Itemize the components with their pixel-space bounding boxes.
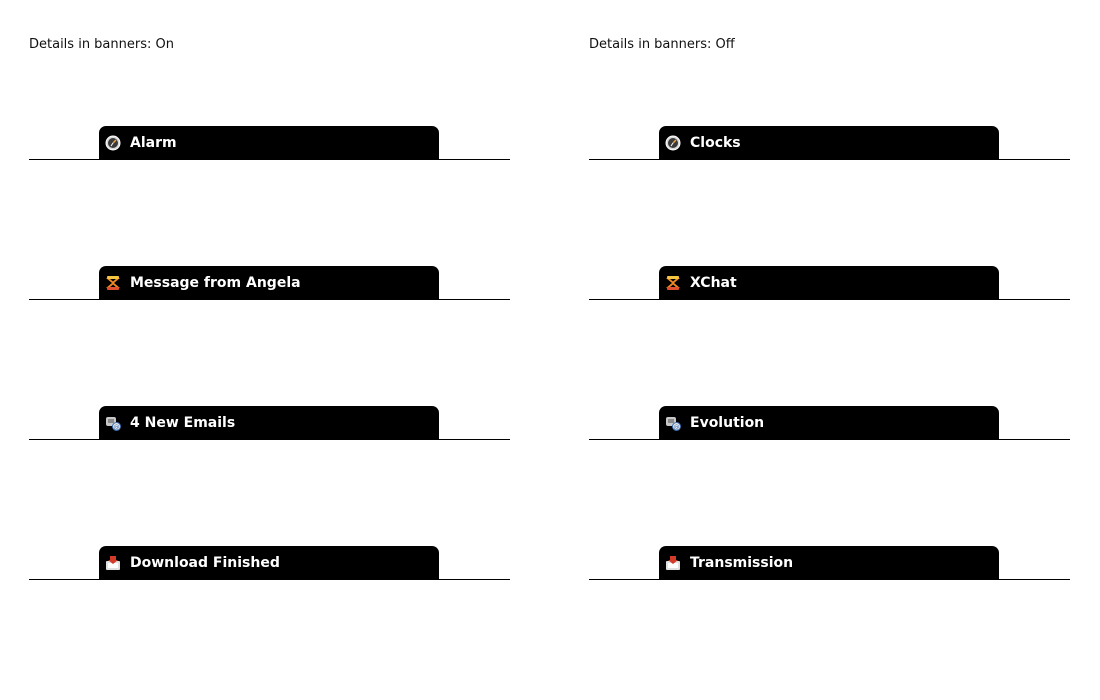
notification-banner-clocks[interactable]: Clocks bbox=[659, 126, 999, 160]
banner-label: Message from Angela bbox=[130, 275, 301, 291]
banner-row: Transmission bbox=[589, 546, 1070, 580]
banner-label: Transmission bbox=[690, 555, 794, 571]
notification-banner-emails[interactable]: @ 4 New Emails bbox=[99, 406, 439, 440]
banner-label: Alarm bbox=[130, 135, 177, 151]
svg-text:@: @ bbox=[674, 424, 680, 431]
banner-label: Download Finished bbox=[130, 555, 280, 571]
xchat-icon bbox=[105, 275, 121, 291]
banner-comparison-page: Details in banners: On Alarm Message fro… bbox=[0, 0, 1100, 700]
banner-row: @ Evolution bbox=[589, 406, 1070, 440]
clock-icon bbox=[665, 135, 681, 151]
banner-label: Clocks bbox=[690, 135, 741, 151]
xchat-icon bbox=[665, 275, 681, 291]
notification-banner-evolution[interactable]: @ Evolution bbox=[659, 406, 999, 440]
download-icon bbox=[105, 555, 121, 571]
banner-row: XChat bbox=[589, 266, 1070, 300]
banner-row: Clocks bbox=[589, 126, 1070, 160]
banner-row: @ 4 New Emails bbox=[29, 406, 510, 440]
column-title: Details in banners: On bbox=[29, 37, 174, 52]
notification-banner-message[interactable]: Message from Angela bbox=[99, 266, 439, 300]
notification-banner-alarm[interactable]: Alarm bbox=[99, 126, 439, 160]
clock-icon bbox=[105, 135, 121, 151]
email-icon: @ bbox=[105, 415, 121, 431]
notification-banner-xchat[interactable]: XChat bbox=[659, 266, 999, 300]
banner-row: Alarm bbox=[29, 126, 510, 160]
banner-row: Message from Angela bbox=[29, 266, 510, 300]
banner-label: 4 New Emails bbox=[130, 415, 236, 431]
banner-label: XChat bbox=[690, 275, 737, 291]
download-icon bbox=[665, 555, 681, 571]
details-on-column: Details in banners: On Alarm Message fro… bbox=[29, 0, 510, 700]
email-icon: @ bbox=[665, 415, 681, 431]
notification-banner-transmission[interactable]: Transmission bbox=[659, 546, 999, 580]
column-title: Details in banners: Off bbox=[589, 37, 735, 52]
details-off-column: Details in banners: Off Clocks XChat @ E… bbox=[589, 0, 1070, 700]
banner-label: Evolution bbox=[690, 415, 765, 431]
svg-text:@: @ bbox=[114, 424, 120, 431]
banner-row: Download Finished bbox=[29, 546, 510, 580]
notification-banner-download[interactable]: Download Finished bbox=[99, 546, 439, 580]
